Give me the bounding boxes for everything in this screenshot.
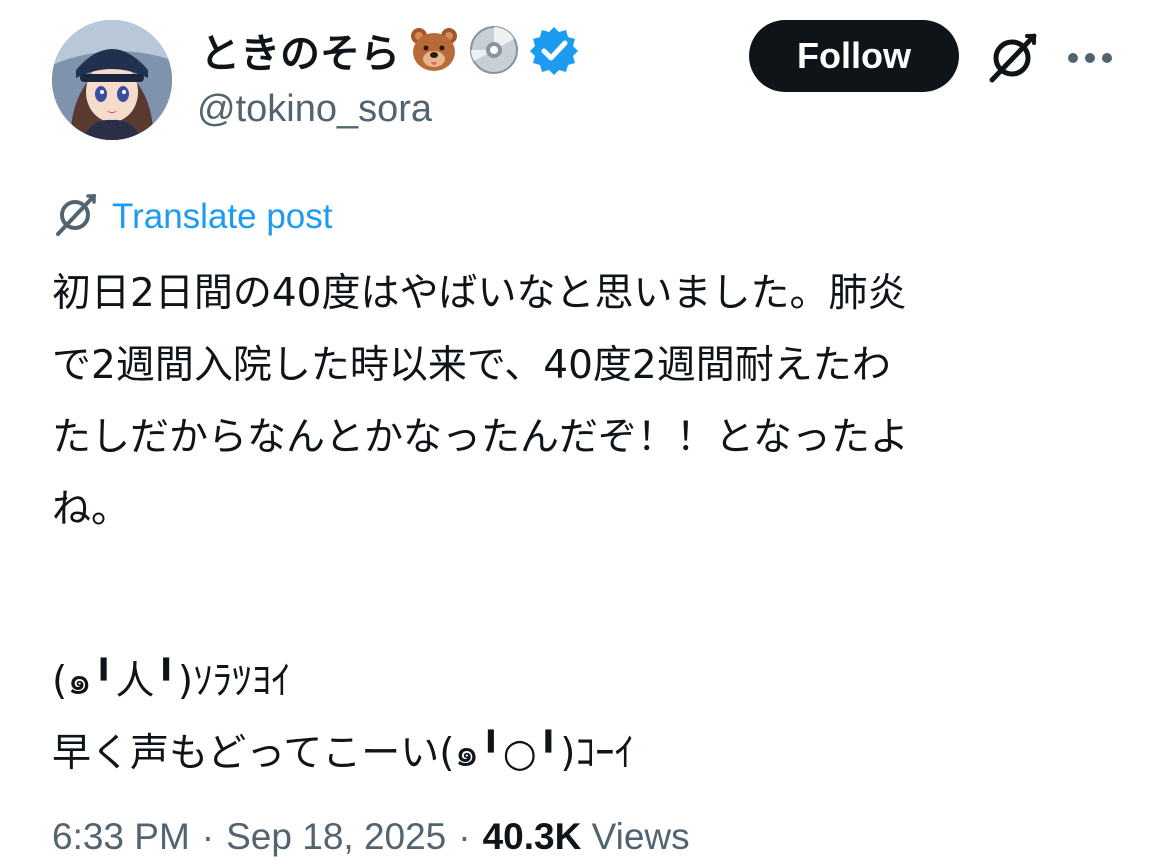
post-meta: 6:33 PM · Sep 18, 2025 · 40.3K Views <box>52 810 690 864</box>
grok-icon <box>52 192 98 243</box>
translate-post-label[interactable]: Translate post <box>112 197 332 237</box>
post-time[interactable]: 6:33 PM <box>52 816 190 858</box>
post-text-line: 初日2日間の40度はやばいなと思いました。肺炎 <box>52 271 907 316</box>
post-text-line: ね。 <box>52 487 131 532</box>
more-options-icon[interactable] <box>1064 34 1116 82</box>
post-text-line: 早く声もどってこーい(๑╹○╹)ｺｰｲ <box>52 731 634 776</box>
separator: · <box>201 816 215 857</box>
views-label-text: Views <box>591 816 690 857</box>
post-text-line: で2週間入院した時以来で、40度2週間耐えたわ <box>52 343 891 388</box>
translate-post-link[interactable]: Translate post <box>52 192 332 242</box>
optical-disc-emoji <box>468 24 520 76</box>
post-text-blank-line <box>52 546 1122 646</box>
user-handle[interactable]: @tokino_sora <box>197 88 432 131</box>
views-count[interactable]: 40.3K <box>483 816 582 858</box>
post-date[interactable]: Sep 18, 2025 <box>226 816 446 858</box>
follow-button[interactable]: Follow <box>749 20 959 92</box>
post-text-line: たしだからなんとかなったんだぞ！！となったよ <box>52 415 909 460</box>
post-header: ときのそら @tokino_sora Follow <box>0 0 1170 160</box>
post-text: 初日2日間の40度はやばいなと思いました。肺炎 で2週間入院した時以来で、40度… <box>52 258 1122 790</box>
verified-badge-icon[interactable] <box>528 24 580 76</box>
display-name[interactable]: ときのそら <box>200 21 400 79</box>
views-label: Views <box>581 816 690 858</box>
bear-face-emoji <box>408 24 460 76</box>
avatar[interactable] <box>52 20 172 140</box>
grok-icon[interactable] <box>984 30 1040 86</box>
separator: · <box>458 816 471 857</box>
display-name-row: ときのそら <box>200 20 580 80</box>
post-text-line: (๑╹人╹)ｿﾗﾂﾖｲ <box>52 659 291 704</box>
